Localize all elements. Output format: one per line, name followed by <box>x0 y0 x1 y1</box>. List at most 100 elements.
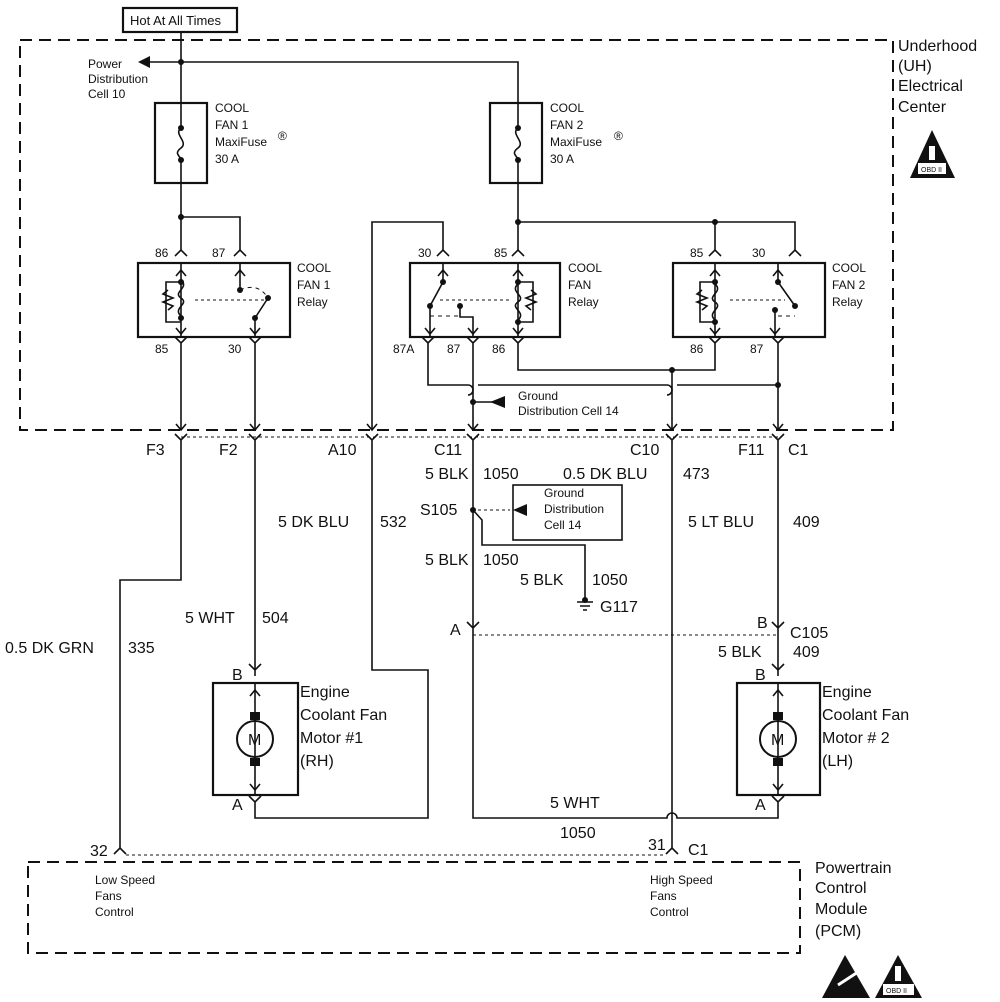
svg-text:Cell 10: Cell 10 <box>88 87 126 101</box>
svg-text:(PCM): (PCM) <box>815 923 861 940</box>
svg-text:85: 85 <box>155 342 169 356</box>
junction-dot <box>515 319 521 325</box>
junction-dot <box>772 307 778 313</box>
ground-cell-14-inner-label: Ground Distribution Cell 14 <box>518 389 619 418</box>
pcm-high-speed-label: High Speed Fans Control <box>650 873 713 919</box>
svg-text:5 BLK: 5 BLK <box>425 466 469 483</box>
svg-text:87: 87 <box>212 246 226 260</box>
svg-text:COOL: COOL <box>568 261 602 275</box>
svg-text:COOL: COOL <box>550 101 584 115</box>
svg-text:MaxiFuse: MaxiFuse <box>550 135 602 149</box>
arrow-left-icon <box>138 56 150 68</box>
svg-text:Electrical: Electrical <box>898 78 963 95</box>
connector-female-icon <box>771 795 785 808</box>
connector-female-icon <box>248 336 262 349</box>
pcm-label: Powertrain Control Module (PCM) <box>815 860 891 940</box>
svg-text:C11: C11 <box>434 442 462 459</box>
svg-text:COOL: COOL <box>832 261 866 275</box>
svg-text:473: 473 <box>683 466 710 483</box>
motor-brush-icon <box>250 712 260 720</box>
svg-text:32: 32 <box>90 843 108 860</box>
junction-dot <box>669 367 675 373</box>
relay-main-label: COOL FAN Relay <box>568 261 602 309</box>
motor1-pin-b: B <box>232 667 243 684</box>
fuse2-label: COOL FAN 2 MaxiFuse ® 30 A <box>550 101 623 166</box>
svg-text:Control: Control <box>815 880 867 897</box>
connector-male-icon <box>511 248 525 257</box>
svg-text:5 DK BLU: 5 DK BLU <box>278 514 349 531</box>
svg-text:409: 409 <box>793 644 820 661</box>
connector-female-icon <box>365 433 379 446</box>
svg-text:C10: C10 <box>630 442 659 459</box>
svg-text:5 WHT: 5 WHT <box>185 610 235 627</box>
junction-dot <box>792 303 798 309</box>
svg-text:Underhood: Underhood <box>898 38 977 55</box>
connector-female-icon <box>511 336 525 349</box>
svg-text:®: ® <box>614 129 623 143</box>
motor2-pin-b: B <box>755 667 766 684</box>
wire <box>371 221 444 430</box>
svg-text:Control: Control <box>650 905 689 919</box>
svg-text:Fans: Fans <box>650 889 677 903</box>
connector-female-icon <box>421 336 435 349</box>
svg-text:30: 30 <box>418 246 432 260</box>
svg-text:Ground: Ground <box>518 389 558 403</box>
cool-fan-2-maxifuse <box>488 101 544 185</box>
connector-male-icon <box>788 248 802 257</box>
svg-text:A10: A10 <box>328 442 357 459</box>
junction-dot <box>457 303 463 309</box>
svg-text:FAN 2: FAN 2 <box>550 118 584 132</box>
connector-male-icon <box>174 248 188 257</box>
svg-text:Power: Power <box>88 57 122 71</box>
svg-text:87A: 87A <box>393 342 414 356</box>
esd-sensitive-icon <box>822 955 870 998</box>
svg-text:87: 87 <box>750 342 764 356</box>
junction-dot <box>712 319 718 325</box>
wire-labels: 0.5 DK GRN 335 5 WHT 504 5 DK BLU 532 5 … <box>5 466 820 842</box>
svg-text:85: 85 <box>494 246 508 260</box>
svg-text:FAN 1: FAN 1 <box>215 118 249 132</box>
wire <box>523 289 539 311</box>
svg-text:(RH): (RH) <box>300 753 334 770</box>
svg-text:1050: 1050 <box>592 572 628 589</box>
svg-text:FAN 2: FAN 2 <box>832 278 866 292</box>
wire <box>180 349 256 430</box>
junction-dot <box>178 279 184 285</box>
connector-female-icon <box>466 433 480 446</box>
svg-text:5 LT BLU: 5 LT BLU <box>688 514 754 531</box>
svg-text:0.5 DK GRN: 0.5 DK GRN <box>5 640 94 657</box>
svg-text:5 BLK: 5 BLK <box>520 572 564 589</box>
junction-dot <box>178 59 184 65</box>
pcm-pins: 32 31 C1 <box>90 837 709 860</box>
svg-text:30: 30 <box>752 246 766 260</box>
svg-text:F11: F11 <box>738 442 764 459</box>
junction-dot <box>582 597 588 603</box>
svg-text:1050: 1050 <box>560 825 596 842</box>
relay2-label: COOL FAN 2 Relay <box>832 261 866 309</box>
svg-text:31: 31 <box>648 837 666 854</box>
wire <box>165 263 269 337</box>
connector-female-icon <box>665 433 679 446</box>
junction-dot <box>712 219 718 225</box>
svg-text:Fans: Fans <box>95 889 122 903</box>
obd-ii-icon: OBD II <box>910 130 955 178</box>
motor1-label: Engine Coolant Fan Motor #1 (RH) <box>300 684 387 770</box>
svg-text:Relay: Relay <box>568 295 599 309</box>
motor-brush-icon <box>250 758 260 766</box>
junction-dot <box>515 279 521 285</box>
motor2-label: Engine Coolant Fan Motor # 2 (LH) <box>822 684 909 770</box>
connector-male-icon <box>113 846 127 855</box>
connector-male-icon <box>436 248 450 257</box>
junction-dot <box>427 303 433 309</box>
junction-dot <box>712 279 718 285</box>
svg-text:86: 86 <box>155 246 169 260</box>
svg-text:Cell 14: Cell 14 <box>544 518 582 532</box>
svg-text:A: A <box>450 622 461 639</box>
svg-text:F2: F2 <box>219 442 238 459</box>
junction-dot <box>775 279 781 285</box>
svg-text:COOL: COOL <box>297 261 331 275</box>
svg-text:Distribution: Distribution <box>88 72 148 86</box>
svg-text:532: 532 <box>380 514 407 531</box>
svg-text:1050: 1050 <box>483 466 519 483</box>
power-distribution-label: Power Distribution Cell 10 <box>88 57 148 101</box>
